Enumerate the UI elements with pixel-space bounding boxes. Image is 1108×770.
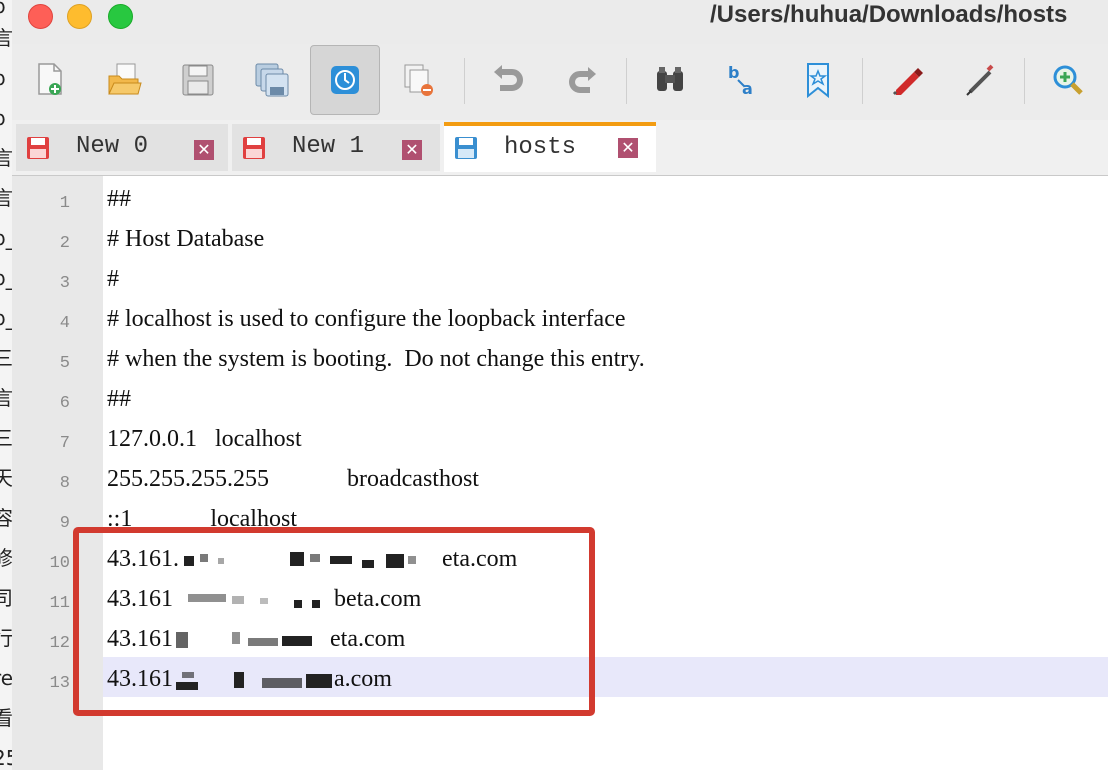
code-line: 127.0.0.1 localhost <box>107 426 302 452</box>
toolbar-separator <box>626 58 627 104</box>
tab-label: New 1 <box>292 133 365 160</box>
tab-close-icon[interactable]: ✕ <box>194 140 214 160</box>
bg-char: 25 <box>0 738 12 770</box>
save-all-icon <box>255 63 289 97</box>
bg-char: 行 <box>0 626 12 650</box>
code-line: # Host Database <box>107 226 265 252</box>
toolbar-separator <box>1024 58 1025 104</box>
tab-new-0[interactable]: New 0 ✕ <box>16 124 228 171</box>
macro-record-button[interactable] <box>886 60 926 100</box>
code-line: # <box>107 266 119 292</box>
undo-button[interactable] <box>488 60 528 100</box>
bg-char: p_ <box>0 298 12 338</box>
bg-char: p_ <box>0 258 12 298</box>
new-file-icon <box>38 63 62 95</box>
title-bar: /Users/huhua/Downloads/hosts <box>12 0 1108 44</box>
annotation-highlight-box <box>73 527 595 716</box>
saved-file-icon <box>455 137 477 159</box>
background-app-strip: p 言 p p 言 言 p_ p_ p_ 三 言 三 天 容 修 司 行 re … <box>0 0 12 770</box>
toolbar-separator <box>464 58 465 104</box>
svg-text:b: b <box>728 63 739 82</box>
open-folder-icon <box>108 63 142 95</box>
close-file-icon <box>404 64 433 96</box>
line-number: 13 <box>49 674 70 693</box>
code-line: # when the system is booting. Do not cha… <box>107 346 645 372</box>
line-number: 5 <box>59 354 70 373</box>
replace-button[interactable]: b a <box>724 60 764 100</box>
undo-icon <box>494 65 523 91</box>
bg-char: p <box>0 98 12 138</box>
window-title: /Users/huhua/Downloads/hosts <box>710 1 1068 28</box>
bg-char: 修 <box>0 546 12 570</box>
redo-icon <box>569 67 596 93</box>
tab-label: New 0 <box>76 133 149 160</box>
tab-new-1[interactable]: New 1 ✕ <box>232 124 440 171</box>
line-number: 12 <box>49 634 70 653</box>
bookmark-icon <box>807 63 829 98</box>
line-number: 6 <box>59 394 70 413</box>
open-file-button[interactable] <box>104 60 144 100</box>
line-number: 3 <box>59 274 70 293</box>
minimize-window-button[interactable] <box>67 4 92 29</box>
bg-char: p <box>0 58 12 98</box>
code-line: # localhost is used to configure the loo… <box>107 306 626 332</box>
bg-char: 言 <box>0 146 12 170</box>
bg-char: 看 <box>0 706 12 730</box>
toolbar-separator <box>862 58 863 104</box>
monitor-icon <box>331 66 359 94</box>
binoculars-icon <box>657 67 683 91</box>
close-window-button[interactable] <box>28 4 53 29</box>
find-button[interactable] <box>650 60 690 100</box>
bg-char: 三 <box>0 346 12 370</box>
save-icon <box>182 64 214 96</box>
line-number: 10 <box>49 554 70 573</box>
tab-close-icon[interactable]: ✕ <box>618 138 638 158</box>
bg-char: 司 <box>0 586 12 610</box>
line-number: 4 <box>59 314 70 333</box>
bg-char: 言 <box>0 26 12 50</box>
save-button[interactable] <box>178 60 218 100</box>
save-all-button[interactable] <box>252 60 292 100</box>
bg-char: 天 <box>0 466 12 490</box>
zoom-in-icon <box>1053 65 1083 95</box>
tab-bar: New 0 ✕ New 1 ✕ hosts ✕ <box>12 120 1108 176</box>
tab-hosts[interactable]: hosts ✕ <box>444 122 656 172</box>
new-file-button[interactable] <box>30 60 70 100</box>
tab-label: hosts <box>504 134 577 161</box>
line-number: 11 <box>49 594 70 613</box>
line-number: 2 <box>59 234 70 253</box>
unsaved-file-icon <box>27 137 49 159</box>
macro-play-button[interactable] <box>960 60 1000 100</box>
zoom-window-button[interactable] <box>108 4 133 29</box>
line-number: 9 <box>59 514 70 533</box>
code-line: 255.255.255.255 broadcasthost <box>107 466 479 492</box>
pen-icon <box>966 64 994 96</box>
bg-char: 言 <box>0 386 12 410</box>
close-file-button[interactable] <box>400 60 440 100</box>
line-number: 7 <box>59 434 70 453</box>
code-line: ## <box>107 186 131 212</box>
bg-char: 言 <box>0 186 12 210</box>
replace-icon: b a <box>728 63 753 98</box>
bg-char: 三 <box>0 426 12 450</box>
unsaved-file-icon <box>243 137 265 159</box>
tab-close-icon[interactable]: ✕ <box>402 140 422 160</box>
code-line: ## <box>107 386 131 412</box>
zoom-in-button[interactable] <box>1048 60 1088 100</box>
marker-icon <box>892 68 923 96</box>
line-number: 1 <box>59 194 70 213</box>
bg-char: re <box>0 666 12 690</box>
bg-char: p_ <box>0 218 12 258</box>
toolbar: b a <box>12 44 1108 120</box>
bookmark-button[interactable] <box>798 60 838 100</box>
line-number: 8 <box>59 474 70 493</box>
svg-text:a: a <box>742 79 753 98</box>
redo-button[interactable] <box>562 60 602 100</box>
bg-char: 容 <box>0 506 12 530</box>
monitor-button[interactable] <box>310 45 380 115</box>
